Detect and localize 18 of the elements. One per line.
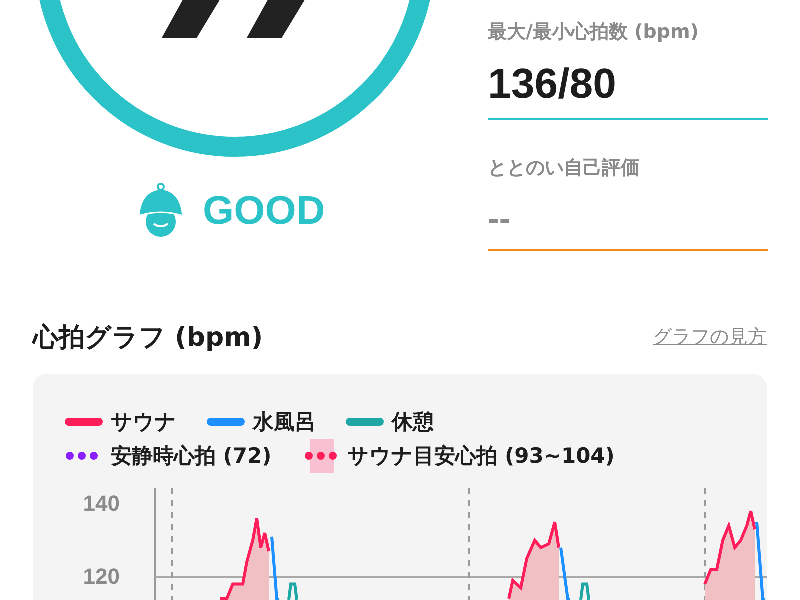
- y-tick-label: 120: [82, 565, 120, 589]
- legend-label: 休憩: [392, 409, 434, 436]
- line-swatch-icon: [207, 418, 245, 426]
- line-swatch-icon: [346, 418, 384, 426]
- legend-label: 安静時心拍 (72): [111, 443, 272, 470]
- legend-label: サウナ目安心拍 (93~104): [348, 443, 615, 470]
- rating-label: GOOD: [203, 188, 326, 234]
- stat-label: ととのい自己評価: [488, 156, 640, 180]
- stat-value: 136/80: [488, 60, 618, 108]
- legend-label: サウナ: [111, 409, 177, 436]
- helmet-face-icon: [137, 183, 185, 239]
- section-title: 心拍グラフ (bpm): [33, 322, 264, 354]
- empty-value: --: [488, 200, 512, 239]
- line-swatch-icon: [65, 418, 103, 426]
- stat-label: 最大/最小心拍数 (bpm): [488, 20, 699, 44]
- y-tick-label: 140: [82, 492, 120, 516]
- legend-label: 水風呂: [253, 409, 316, 436]
- help-link[interactable]: グラフの見方: [653, 324, 767, 350]
